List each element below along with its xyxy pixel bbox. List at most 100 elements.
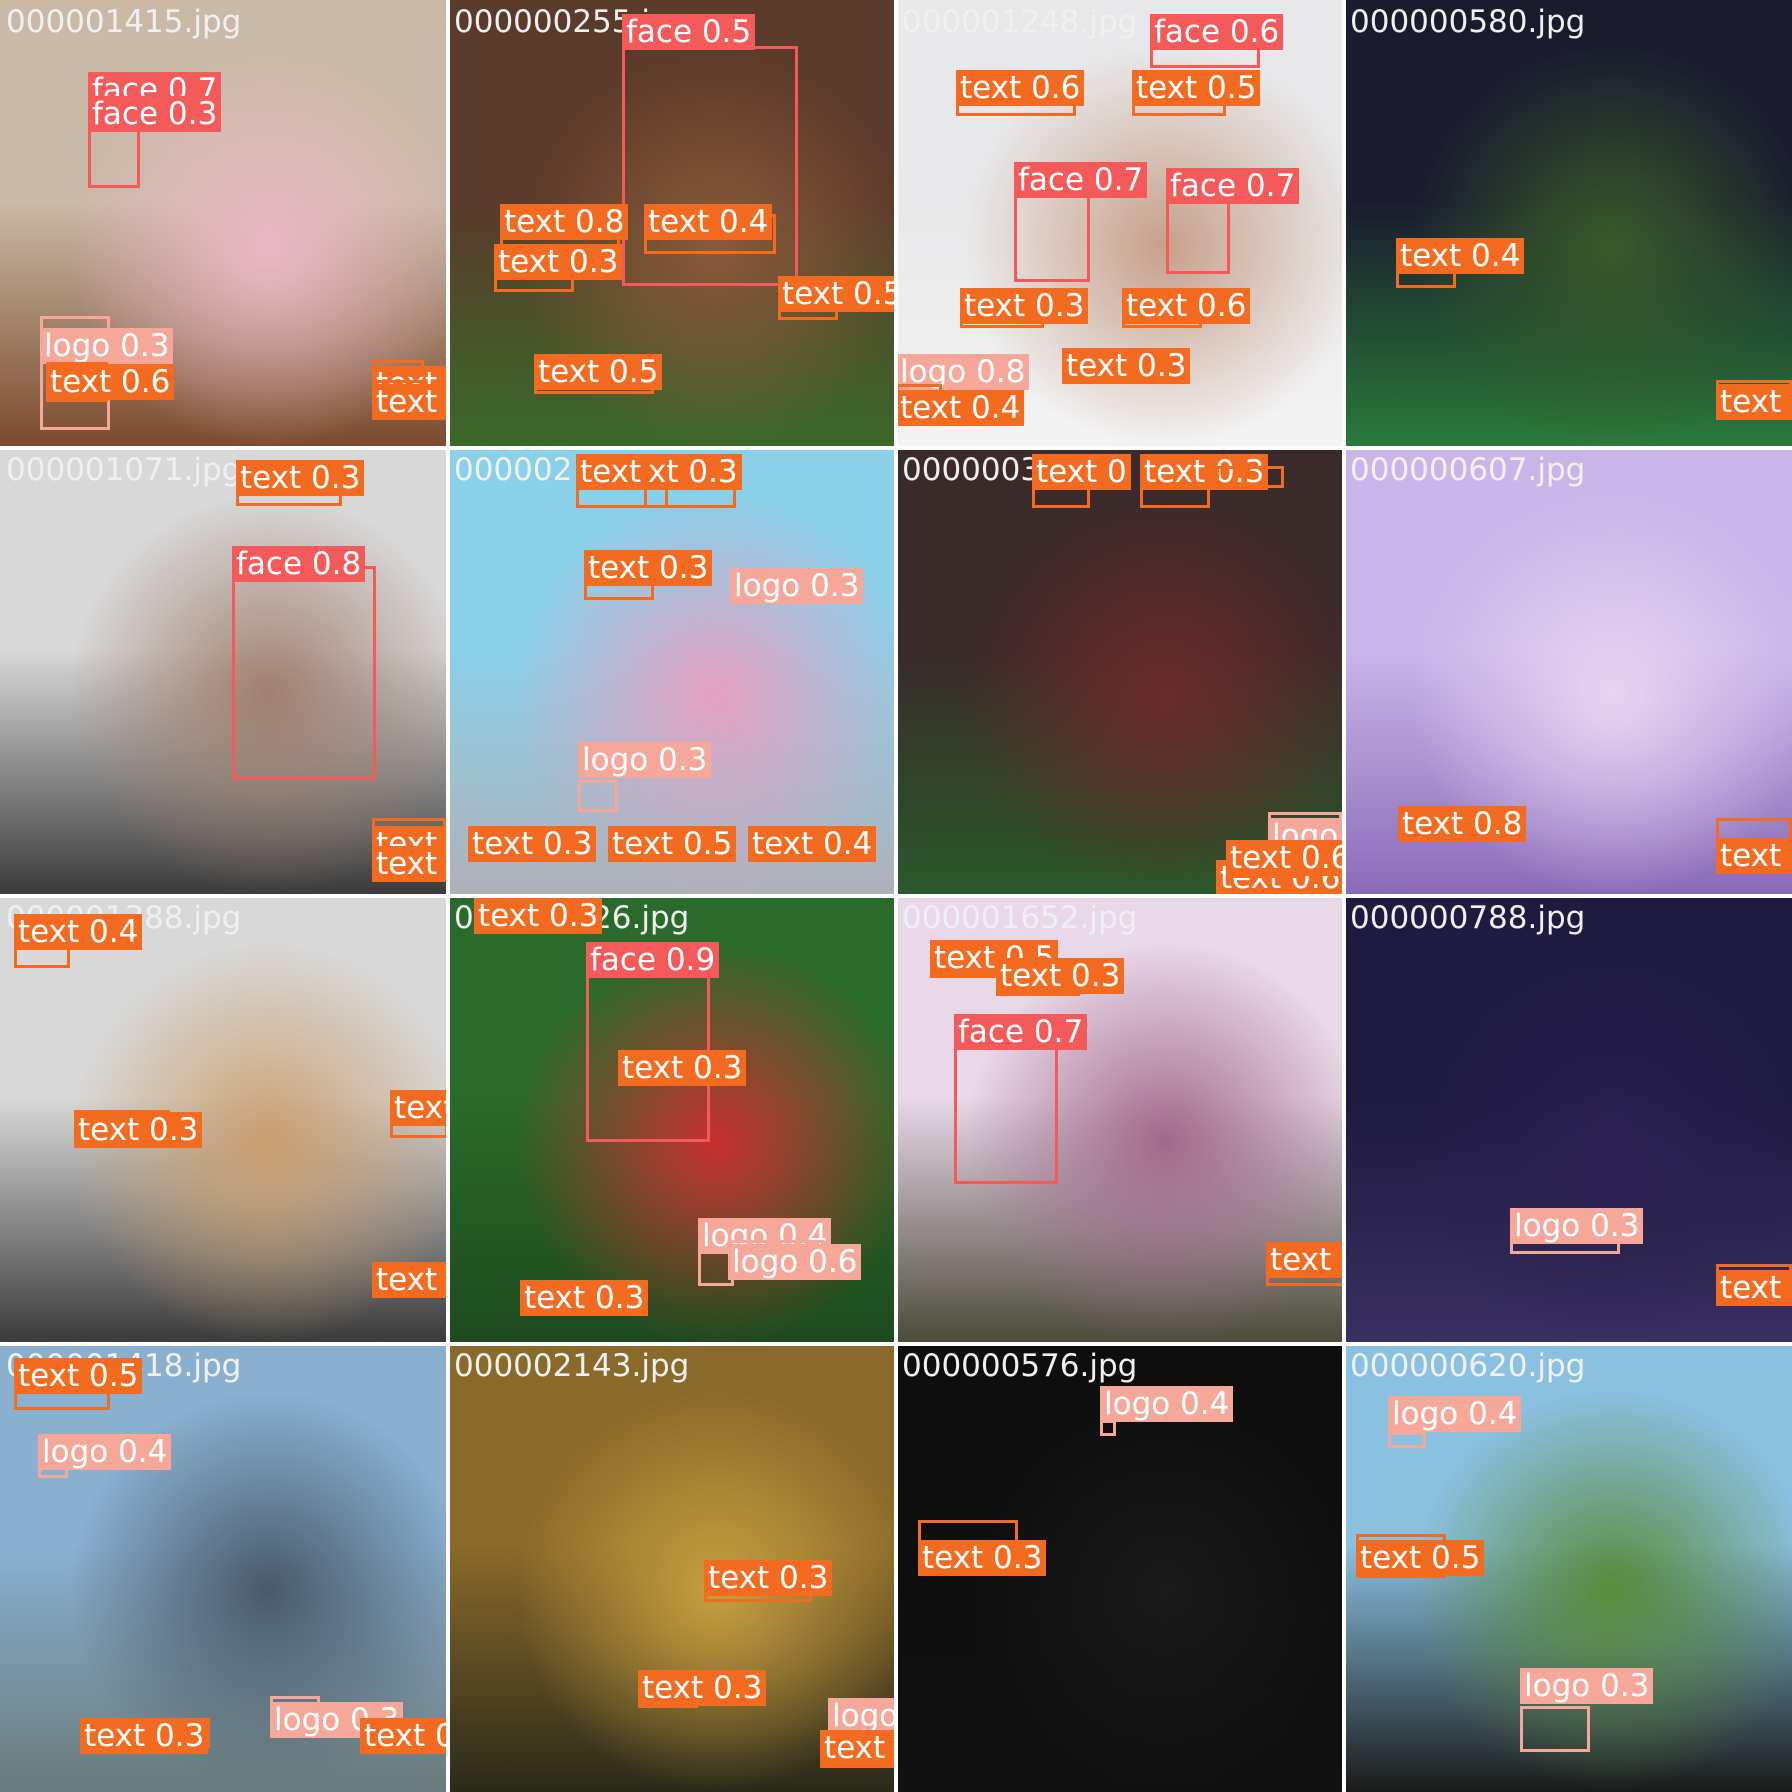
face-detection-label: face 0.3 — [88, 96, 222, 132]
logo-bounding-box — [1520, 1706, 1590, 1752]
face-detection-label: face 0.8 — [232, 546, 366, 582]
text-detection-label: text 0.8 — [1398, 806, 1527, 842]
text-detection-label: text 0.5 — [534, 354, 663, 390]
face-detection-label: face 0.7 — [1166, 168, 1300, 204]
logo-detection-label: logo 0.4 — [1100, 1386, 1234, 1422]
text-detection-label: text 0.6 — [820, 1730, 896, 1766]
text-detection-label: text 0.3 — [520, 1280, 649, 1316]
image-tile: 000001388.jpgtext 0.4text 0.3text 0.3tex… — [0, 896, 448, 1344]
image-tile: 000001418.jpgtext 0.5logo 0.4logo 0.3tex… — [0, 1344, 448, 1792]
logo-bounding-box — [1388, 1432, 1426, 1448]
logo-detection-label: logo 0.6 — [728, 1244, 862, 1280]
image-tile: 000000620.jpg logo 0.4 text 0.5 logo 0.3 — [1344, 1344, 1792, 1792]
image-tile: 0000003text 0text 0.3text 0.6logo 0.8tex… — [896, 448, 1344, 896]
logo-detection-label: logo 0.3 — [1520, 1668, 1654, 1704]
image-tile: 000000580.jpg text 0.4 text 0 — [1344, 0, 1792, 448]
logo-detection-label: logo 0.3 — [578, 742, 712, 778]
text-detection-label: text 0.8 — [500, 204, 629, 240]
text-detection-label: text 0.4 — [644, 204, 773, 240]
text-detection-label: text 0.3 — [618, 1050, 747, 1086]
text-detection-label: xt 0.3 — [644, 454, 742, 490]
text-detection-label: text 0.3 — [996, 958, 1125, 994]
text-detection-label: text 0.3 — [494, 244, 623, 280]
logo-detection-label: logo 0.8 — [828, 1698, 896, 1734]
logo-detection-label: logo 0.3 — [1510, 1208, 1644, 1244]
text-detection-label: text 0.5 — [14, 1358, 143, 1394]
text-detection-label: text 0.4 — [896, 390, 1025, 426]
text-detection-label: text 0.3 — [468, 826, 597, 862]
text-detection-label: text 0.3 — [704, 1560, 833, 1596]
text-detection-label: text 0.4 — [372, 1262, 448, 1298]
text-detection-label: text 0.6 — [372, 846, 448, 882]
text-detection-label: text 0.4 — [1396, 238, 1525, 274]
image-tile: 000001071.jpgtext 0.3face 0.8text 0.8tex… — [0, 448, 448, 896]
filename-label: 000000576.jpg — [902, 1348, 1138, 1384]
logo-bounding-box — [1100, 1420, 1116, 1436]
face-detection-label: face 0.5 — [622, 14, 756, 50]
text-detection-label: text 0 — [1032, 454, 1131, 490]
text-detection-label: text 0.3 — [1062, 348, 1191, 384]
face-detection-label: face 0.9 — [586, 942, 720, 978]
text-detection-label: text 0.5 — [1356, 1540, 1485, 1576]
text-detection-label: text 0.5 — [608, 826, 737, 862]
text-detection-label: text 0.3 — [474, 898, 603, 934]
filename-label: 000000620.jpg — [1350, 1348, 1586, 1384]
text-detection-label: text 0.3 — [584, 550, 713, 586]
text-detection-label: text 0.6 — [360, 1718, 448, 1754]
filename-label: 000000580.jpg — [1350, 4, 1586, 40]
filename-label: 0000003 — [902, 452, 1041, 488]
text-detection-label: text 0.3 — [390, 1090, 448, 1126]
logo-bounding-box — [578, 780, 618, 812]
logo-detection-label: logo 0.4 — [38, 1434, 172, 1470]
text-detection-label: text 0 — [1716, 1270, 1792, 1306]
filename-label: 000002143.jpg — [454, 1348, 690, 1384]
detection-grid: 000001415.jpg face 0.7 face 0.3 logo 0.3 tex… — [0, 0, 1792, 1792]
text-detection-label: text 0.6 — [1122, 288, 1251, 324]
text-bounding-box — [1216, 466, 1284, 488]
text-detection-label: text 0.3 — [74, 1112, 203, 1148]
filename-label: 000001415.jpg — [6, 4, 242, 40]
text-detection-label: text 0.5 — [778, 276, 896, 312]
text-detection-label: text 0.6 — [956, 70, 1085, 106]
image-tile: 000001415.jpg face 0.7 face 0.3 logo 0.3 tex… — [0, 0, 448, 448]
grid-divider — [1342, 0, 1346, 1792]
grid-divider — [0, 1342, 1792, 1346]
face-detection-label: face 0.6 — [1150, 14, 1284, 50]
logo-detection-label: logo 0.3 — [730, 568, 864, 604]
image-tile: 000002 text 0.3 xt 0.3 text 0.3 logo 0.3 logo… — [448, 448, 896, 896]
logo-detection-label: logo 0.3 — [40, 328, 174, 364]
image-tile: 000002143.jpg text 0.3 text 0.3 logo 0.8tex… — [448, 1344, 896, 1792]
text-detection-label: text 0.3 — [918, 1540, 1047, 1576]
text-detection-label: text 0.3 — [236, 460, 365, 496]
text-detection-label: text 0 — [1716, 384, 1792, 420]
image-tile: 000000576.jpg logo 0.4 text 0.3 — [896, 1344, 1344, 1792]
face-detection-label: face 0.7 — [954, 1014, 1088, 1050]
filename-label: 000001652.jpg — [902, 900, 1138, 936]
filename-label: 000001071.jpg — [6, 452, 242, 488]
face-bounding-box — [954, 1038, 1058, 1184]
text-detection-label: text 0.6 — [1226, 840, 1344, 876]
text-detection-label: text 0.3 — [638, 1670, 767, 1706]
grid-divider — [0, 894, 1792, 898]
text-detection-label: text 0.5 — [1132, 70, 1261, 106]
face-bounding-box — [232, 566, 376, 780]
text-detection-label: text 0.4 — [14, 914, 143, 950]
text-detection-label: text 0.4 — [1266, 1242, 1344, 1278]
logo-detection-label: logo 0.4 — [1388, 1396, 1522, 1432]
image-tile: 000000255.jpg face 0.5 text 0.8 text 0.4 tex… — [448, 0, 896, 448]
filename-label: 000000607.jpg — [1350, 452, 1586, 488]
filename-label: 000002 — [454, 452, 573, 488]
image-tile: 000001248.jpg face 0.6 text 0.6 text 0.5 fac… — [896, 0, 1344, 448]
image-tile: 000000607.jpg text 0.8 text 0 — [1344, 448, 1792, 896]
image-tile: 000002226.jpgtext 0.3face 0.9text 0.3log… — [448, 896, 896, 1344]
text-detection-label: text 0.4 — [748, 826, 877, 862]
text-detection-label: text 0.5 — [372, 384, 448, 420]
face-detection-label: face 0.7 — [1014, 162, 1148, 198]
text-detection-label: text 0 — [1716, 838, 1792, 874]
filename-label: 000001248.jpg — [902, 4, 1138, 40]
text-detection-label: text 0.6 — [46, 364, 175, 400]
text-detection-label: text 0.3 — [960, 288, 1089, 324]
image-tile: 000000788.jpg logo 0.3 text 0 — [1344, 896, 1792, 1344]
filename-label: 000000788.jpg — [1350, 900, 1586, 936]
text-detection-label: text 0.3 — [80, 1718, 209, 1754]
